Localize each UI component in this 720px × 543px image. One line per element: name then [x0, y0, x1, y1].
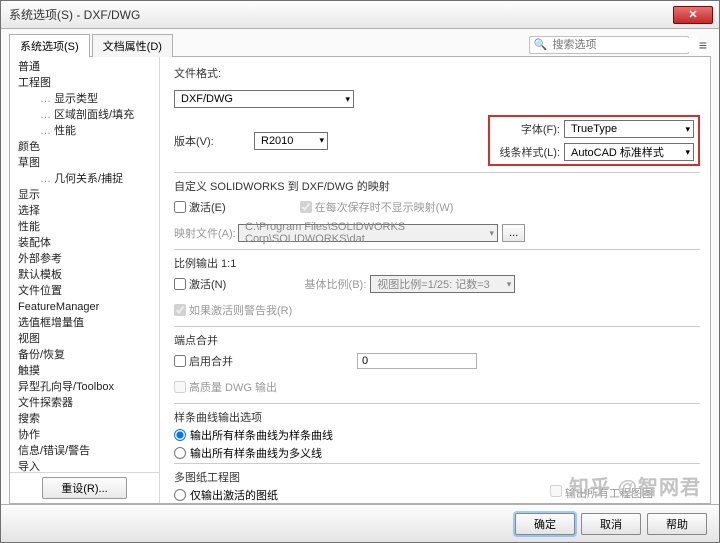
tree-item[interactable]: 工程图: [10, 75, 159, 91]
tree-item[interactable]: 默认模板: [10, 267, 159, 283]
ok-button[interactable]: 确定: [515, 513, 575, 535]
category-tree[interactable]: 普通 工程图 显示类型 区域剖面线/填充 性能 颜色 草图 几何关系/捕捉 显示…: [10, 57, 159, 472]
tree-item[interactable]: 装配体: [10, 235, 159, 251]
map-file-label: 映射文件(A):: [174, 225, 238, 241]
scale-activate-checkbox[interactable]: 激活(N): [174, 276, 226, 292]
help-button[interactable]: 帮助: [647, 513, 707, 535]
mapping-group-title: 自定义 SOLIDWORKS 到 DXF/DWG 的映射: [174, 178, 700, 194]
tree-item[interactable]: 颜色: [10, 139, 159, 155]
map-file-combo: C:\Program Files\SOLIDWORKS Corp\SOLIDWO…: [238, 224, 498, 242]
hq-dwg-checkbox: 高质量 DWG 输出: [174, 379, 277, 395]
browse-button[interactable]: ...: [502, 224, 525, 242]
enable-merge-checkbox[interactable]: 启用合并: [174, 353, 233, 369]
export-active-sheet-radio[interactable]: 仅输出激活的图纸: [174, 487, 550, 503]
scale-group-title: 比例输出 1:1: [174, 255, 700, 271]
options-panel: 文件格式: DXF/DWG 版本(V): R2010 字体(F): TrueTy…: [160, 57, 710, 503]
base-scale-combo: 视图比例=1/25: 记数=3: [370, 275, 515, 293]
window-title: 系统选项(S) - DXF/DWG: [9, 6, 673, 23]
merge-tolerance-input[interactable]: [357, 353, 477, 369]
tree-item[interactable]: 导入: [10, 459, 159, 472]
noshow-mapping-checkbox: 在每次保存时不显示映射(W): [300, 199, 454, 215]
close-button[interactable]: ✕: [673, 6, 713, 24]
font-combo[interactable]: TrueType: [564, 120, 694, 138]
tree-item[interactable]: 区域剖面线/填充: [10, 107, 159, 123]
file-format-label: 文件格式:: [174, 65, 254, 81]
highlighted-options: 字体(F): TrueType 线条样式(L): AutoCAD 标准样式: [488, 115, 700, 166]
tree-item[interactable]: 几何关系/捕捉: [10, 171, 159, 187]
tree-item[interactable]: 性能: [10, 219, 159, 235]
options-menu-icon[interactable]: ≡: [695, 37, 711, 53]
category-sidebar: 普通 工程图 显示类型 区域剖面线/填充 性能 颜色 草图 几何关系/捕捉 显示…: [10, 57, 160, 503]
options-dialog: 系统选项(S) - DXF/DWG ✕ 系统选项(S) 文档属性(D) 🔍 ≡ …: [0, 0, 720, 543]
multisheet-group-title: 多图纸工程图: [174, 469, 700, 485]
font-label: 字体(F):: [494, 121, 564, 137]
spline-group-title: 样条曲线输出选项: [174, 409, 700, 425]
tree-item[interactable]: 选值框增量值: [10, 315, 159, 331]
cancel-button[interactable]: 取消: [581, 513, 641, 535]
tree-item[interactable]: 草图: [10, 155, 159, 171]
version-combo[interactable]: R2010: [254, 132, 328, 150]
spline-as-spline-radio[interactable]: 输出所有样条曲线为样条曲线: [174, 427, 700, 443]
dialog-footer: 确定 取消 帮助: [1, 504, 719, 542]
endpoint-group-title: 端点合并: [174, 332, 700, 348]
tab-system-options[interactable]: 系统选项(S): [9, 34, 90, 57]
tree-item[interactable]: 信息/错误/警告: [10, 443, 159, 459]
reset-button[interactable]: 重设(R)...: [42, 477, 126, 499]
tab-row: 系统选项(S) 文档属性(D) 🔍 ≡: [9, 33, 711, 57]
tab-document-properties[interactable]: 文档属性(D): [92, 34, 173, 57]
export-paperspace-checkbox: 输出所有工程图图 纸到纸张空间: [550, 485, 653, 503]
tree-item[interactable]: 视图: [10, 331, 159, 347]
tree-item[interactable]: 性能: [10, 123, 159, 139]
tree-item[interactable]: FeatureManager: [10, 299, 159, 315]
tree-item[interactable]: 选择: [10, 203, 159, 219]
tree-item[interactable]: 普通: [10, 59, 159, 75]
scale-warn-checkbox: 如果激活则警告我(R): [174, 302, 292, 318]
tree-item[interactable]: 异型孔向导/Toolbox: [10, 379, 159, 395]
spline-as-polyline-radio[interactable]: 输出所有样条曲线为多义线: [174, 445, 700, 461]
base-scale-label: 基体比例(B):: [300, 276, 370, 292]
tree-item[interactable]: 显示类型: [10, 91, 159, 107]
tree-item[interactable]: 备份/恢复: [10, 347, 159, 363]
activate-checkbox[interactable]: 激活(E): [174, 199, 226, 215]
search-icon: 🔍: [534, 38, 548, 51]
search-input[interactable]: [551, 38, 697, 52]
tree-item[interactable]: 外部参考: [10, 251, 159, 267]
search-options-box[interactable]: 🔍: [529, 36, 689, 54]
tree-item[interactable]: 触摸: [10, 363, 159, 379]
tree-item[interactable]: 协作: [10, 427, 159, 443]
titlebar: 系统选项(S) - DXF/DWG ✕: [1, 1, 719, 29]
linestyle-label: 线条样式(L):: [494, 144, 564, 160]
tree-item[interactable]: 文件探索器: [10, 395, 159, 411]
tree-item[interactable]: 显示: [10, 187, 159, 203]
tree-item[interactable]: 搜索: [10, 411, 159, 427]
linestyle-combo[interactable]: AutoCAD 标准样式: [564, 143, 694, 161]
version-label: 版本(V):: [174, 133, 254, 149]
tree-item[interactable]: 文件位置: [10, 283, 159, 299]
file-format-combo[interactable]: DXF/DWG: [174, 90, 354, 108]
